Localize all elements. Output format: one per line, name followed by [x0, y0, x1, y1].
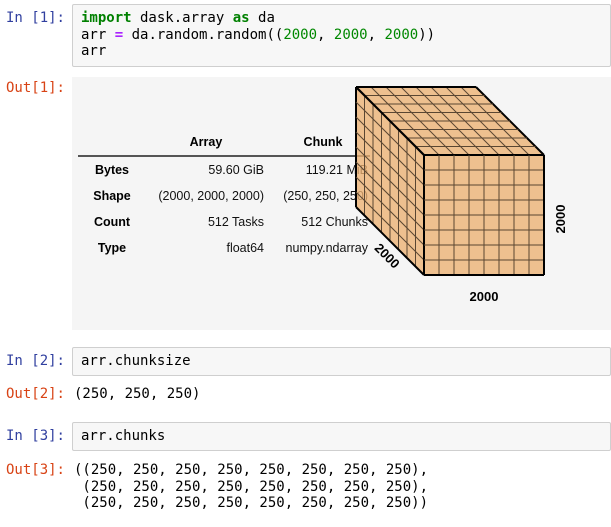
table-row: Shape (2000, 2000, 2000) (250, 250, 250) — [78, 183, 370, 209]
input-prompt-1: In [1]: — [5, 10, 65, 26]
row-label: Shape — [93, 188, 131, 203]
table-row: Count 512 Tasks 512 Chunks — [78, 209, 370, 235]
row-label: Bytes — [94, 162, 130, 177]
cell-array-shape: (2000, 2000, 2000) — [158, 188, 264, 203]
input-prompt-3: In [3]: — [5, 427, 65, 444]
input-prompt-2: In [2]: — [5, 352, 65, 369]
number-literal: 2000 — [283, 26, 318, 43]
cube-label-bottom: 2000 — [470, 289, 499, 304]
output-prompt-1: Out[1]: — [5, 79, 65, 96]
code-text: da — [249, 10, 275, 26]
row-label: Count — [93, 214, 131, 229]
output-cell-1: Out[1]: Array Chunk Bytes 59.60 GiB 119.… — [0, 76, 611, 330]
code-line: arr.chunksize — [81, 352, 191, 369]
row-label: Type — [97, 240, 127, 255]
code-line: import dask.array as da — [81, 10, 602, 27]
table-header-row: Array Chunk — [78, 129, 370, 156]
code-input-3[interactable]: arr.chunks — [72, 421, 611, 451]
code-cell-2: In [2]: arr.chunksize — [0, 346, 611, 376]
keyword-as: as — [232, 10, 250, 26]
code-text: , — [367, 26, 385, 43]
table-row: Type float64 numpy.ndarray — [78, 235, 370, 261]
dask-array-table-wrap: Array Chunk Bytes 59.60 GiB 119.21 MiB S… — [78, 129, 370, 261]
operator-equals: = — [114, 26, 124, 43]
keyword-import: import — [81, 10, 132, 26]
output-value-2: (250, 250, 250) — [74, 386, 201, 402]
header-blank — [78, 129, 136, 156]
code-cell-3: In [3]: arr.chunks — [0, 421, 611, 451]
cell-array-count: 512 Tasks — [207, 214, 264, 229]
output-cell-3: Out[3]: ((250, 250, 250, 250, 250, 250, … — [0, 461, 611, 512]
dask-array-table: Array Chunk Bytes 59.60 GiB 119.21 MiB S… — [78, 129, 370, 261]
code-line: arr — [81, 43, 602, 60]
cell-array-type: float64 — [226, 240, 264, 255]
cube-label-right: 2000 — [553, 204, 568, 233]
header-array: Array — [189, 134, 223, 149]
code-input-1[interactable]: import dask.array as da arr = da.random.… — [72, 4, 611, 67]
code-line: arr = da.random.random((2000, 2000, 2000… — [81, 27, 602, 44]
code-cell-1: In [1]: import dask.array as da arr = da… — [0, 4, 611, 67]
cell-array-bytes: 59.60 GiB — [208, 162, 264, 177]
number-literal: 2000 — [384, 26, 419, 43]
dask-array-repr: Array Chunk Bytes 59.60 GiB 119.21 MiB S… — [72, 76, 611, 330]
output-cell-2: Out[2]: (250, 250, 250) — [0, 385, 611, 403]
code-text: )) — [418, 26, 436, 43]
table-row: Bytes 59.60 GiB 119.21 MiB — [78, 156, 370, 183]
code-text: arr — [81, 43, 107, 59]
output-value-3: ((250, 250, 250, 250, 250, 250, 250, 250… — [74, 462, 429, 511]
code-text: dask.array — [131, 10, 233, 26]
output-prompt-2: Out[2]: — [5, 386, 65, 402]
notebook: In [1]: import dask.array as da arr = da… — [0, 4, 611, 512]
code-line: arr.chunks — [81, 427, 166, 444]
number-literal: 2000 — [333, 26, 368, 43]
code-text: arr — [81, 26, 115, 43]
dask-array-cube: 2000 2000 2000 — [355, 85, 568, 304]
code-text: , — [317, 26, 334, 43]
output-prompt-3: Out[3]: — [5, 462, 65, 478]
code-text: da.random.random(( — [123, 26, 284, 43]
code-input-2[interactable]: arr.chunksize — [72, 346, 611, 376]
